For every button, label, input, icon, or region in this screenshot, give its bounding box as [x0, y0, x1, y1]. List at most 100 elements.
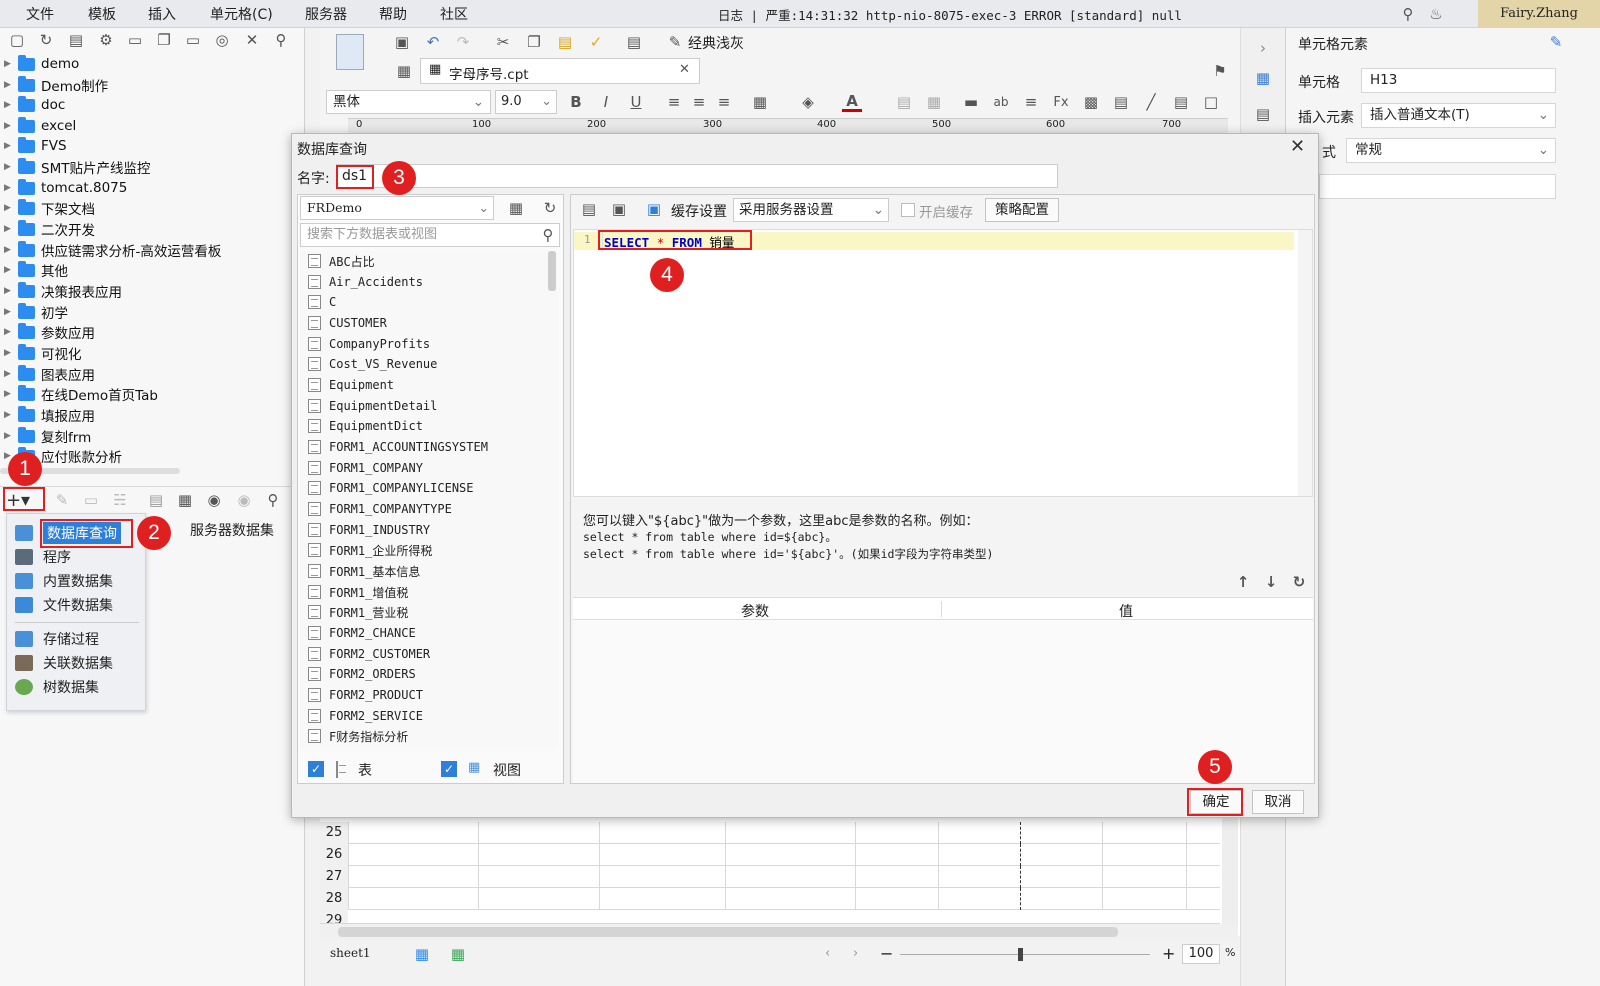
list-item[interactable]: FORM1_营业税: [308, 602, 408, 622]
arrow-up-icon[interactable]: ↑: [1233, 572, 1253, 592]
template-icon[interactable]: [336, 34, 364, 70]
table-checkbox[interactable]: ✓: [308, 761, 324, 777]
bell-icon[interactable]: ♨: [1426, 4, 1446, 24]
menu-item-program[interactable]: 程序: [15, 546, 71, 568]
menu-community[interactable]: 社区: [440, 4, 468, 24]
next-icon[interactable]: ›: [853, 946, 858, 961]
tree-item[interactable]: ▶ 供应链需求分析-高效运营看板: [0, 240, 221, 260]
italic-icon[interactable]: I: [596, 92, 616, 112]
cell-field[interactable]: H13: [1361, 68, 1556, 93]
list-item[interactable]: FORM1_ACCOUNTINGSYSTEM: [308, 437, 488, 457]
file-tab[interactable]: ▦ 字母序号.cpt ✕: [420, 58, 700, 84]
horizontal-scrollbar[interactable]: [320, 924, 1238, 940]
vertical-scrollbar[interactable]: [1222, 818, 1238, 928]
database-add-icon[interactable]: ◉: [234, 490, 254, 510]
add-form-icon[interactable]: ▦: [448, 944, 468, 964]
zoom-out-icon[interactable]: −: [880, 944, 893, 963]
style-label[interactable]: 经典浅灰: [688, 33, 744, 53]
table-search-input[interactable]: 搜索下方数据表或视图: [300, 223, 560, 247]
list-item[interactable]: FORM1_企业所得税: [308, 540, 432, 560]
list-item[interactable]: Air_Accidents: [308, 272, 423, 292]
tree-item[interactable]: ▶ Demo制作: [0, 75, 108, 95]
list-item[interactable]: ABC占比: [308, 251, 375, 271]
fill-color-icon[interactable]: ◈: [798, 92, 818, 112]
tree-item[interactable]: ▶ tomcat.8075: [0, 178, 127, 198]
formula-icon[interactable]: Fx: [1051, 92, 1071, 112]
log-status[interactable]: 日志 | 严重:14:31:32 http-nio-8075-exec-3 ER…: [718, 5, 1182, 24]
list-item[interactable]: FORM2_CUSTOMER: [308, 644, 430, 664]
editor-scrollbar[interactable]: [1298, 230, 1312, 496]
tree-item[interactable]: ▶ 决策报表应用: [0, 281, 122, 301]
menu-template[interactable]: 模板: [88, 4, 116, 24]
list-item[interactable]: FORM1_增值税: [308, 582, 408, 602]
tree-item[interactable]: ▶ 下架文档: [0, 198, 95, 218]
paste-icon[interactable]: ▤: [555, 32, 575, 52]
menu-cell[interactable]: 单元格(C): [210, 4, 273, 24]
refresh-icon[interactable]: ↻: [36, 30, 56, 50]
edit-icon[interactable]: ✎: [1546, 32, 1566, 52]
search-icon[interactable]: ⚲: [263, 490, 283, 510]
list-item[interactable]: FORM2_CHANCE: [308, 623, 416, 643]
preview-icon[interactable]: ▤: [624, 32, 644, 52]
copy-icon[interactable]: ❐: [154, 30, 174, 50]
refresh-icon[interactable]: ↻: [1289, 572, 1309, 592]
search-icon[interactable]: ⚲: [1398, 4, 1418, 24]
list-item[interactable]: Cost_VS_Revenue: [308, 354, 437, 374]
split-icon[interactable]: ▦: [924, 92, 944, 112]
list-item[interactable]: F财务指标分析: [308, 726, 408, 746]
tree-item[interactable]: ▶ 参数应用: [0, 322, 95, 342]
merge-icon[interactable]: ▤: [894, 92, 914, 112]
list-item[interactable]: FORM1_INDUSTRY: [308, 520, 430, 540]
list-item[interactable]: C: [308, 292, 336, 312]
flag-icon[interactable]: ⚑: [1210, 61, 1230, 81]
open-icon[interactable]: ▤: [66, 30, 86, 50]
font-family-select[interactable]: 黑体 ⌄: [326, 90, 491, 114]
sheet-tab[interactable]: sheet1: [330, 946, 371, 960]
cut-icon[interactable]: ✂: [493, 32, 513, 52]
cache-icon[interactable]: ▣: [644, 199, 664, 219]
cell-element-icon[interactable]: ▦: [1253, 68, 1273, 88]
list-item[interactable]: FORM1_COMPANY: [308, 458, 423, 478]
zoom-slider[interactable]: [900, 954, 1150, 955]
zoom-handle[interactable]: [1018, 948, 1023, 961]
tree-item[interactable]: ▶ 二次开发: [0, 219, 95, 239]
image-icon[interactable]: ▤: [1111, 92, 1131, 112]
align-center-icon[interactable]: ≡: [689, 92, 709, 112]
copy-icon[interactable]: ❐: [524, 32, 544, 52]
close-tab-icon[interactable]: ✕: [679, 62, 690, 77]
align-right-icon[interactable]: ≡: [714, 92, 734, 112]
menu-insert[interactable]: 插入: [148, 4, 176, 24]
close-icon[interactable]: ✕: [242, 30, 262, 50]
menu-file[interactable]: 文件: [26, 4, 54, 24]
menu-item-builtin[interactable]: 内置数据集: [15, 570, 113, 592]
list-item[interactable]: CompanyProfits: [308, 334, 430, 354]
prev-icon[interactable]: ‹: [825, 946, 830, 961]
tree-item[interactable]: ▶ excel: [0, 116, 76, 136]
insert-row-icon[interactable]: ▬: [961, 92, 981, 112]
frame-icon[interactable]: □: [1201, 92, 1221, 112]
list-scrollbar[interactable]: [548, 251, 556, 291]
cache-settings-label[interactable]: 缓存设置: [671, 201, 727, 221]
undo-icon[interactable]: ↶: [423, 32, 443, 52]
user-name[interactable]: Fairy.Zhang: [1478, 0, 1600, 28]
slash-icon[interactable]: ╱: [1141, 92, 1161, 112]
trash-icon[interactable]: ▭: [183, 30, 203, 50]
chart-icon[interactable]: ▩: [1081, 92, 1101, 112]
menu-item-file[interactable]: 文件数据集: [15, 594, 113, 616]
list-item[interactable]: FORM2_PRODUCT: [308, 685, 423, 705]
connection-settings-icon[interactable]: ▦: [506, 198, 526, 218]
preview-icon[interactable]: ▤: [146, 490, 166, 510]
locate-icon[interactable]: ◎: [212, 30, 232, 50]
richtext-icon[interactable]: ≡: [1021, 92, 1041, 112]
zoom-in-icon[interactable]: +: [1162, 944, 1175, 963]
tree-item[interactable]: ▶ 可视化: [0, 343, 82, 363]
new-folder-icon[interactable]: ▢: [7, 30, 27, 50]
style-icon[interactable]: ✎: [665, 32, 685, 52]
list-item[interactable]: FORM2_SERVICE: [308, 706, 423, 726]
chevron-right-icon[interactable]: ›: [1253, 38, 1273, 58]
close-icon[interactable]: ✕: [1290, 136, 1305, 157]
connection-select[interactable]: FRDemo ⌄: [300, 196, 494, 220]
tree-item[interactable]: ▶ 在线Demo首页Tab: [0, 384, 158, 404]
settings-icon[interactable]: ⚙: [96, 30, 116, 50]
refresh-icon[interactable]: ↻: [540, 198, 560, 218]
